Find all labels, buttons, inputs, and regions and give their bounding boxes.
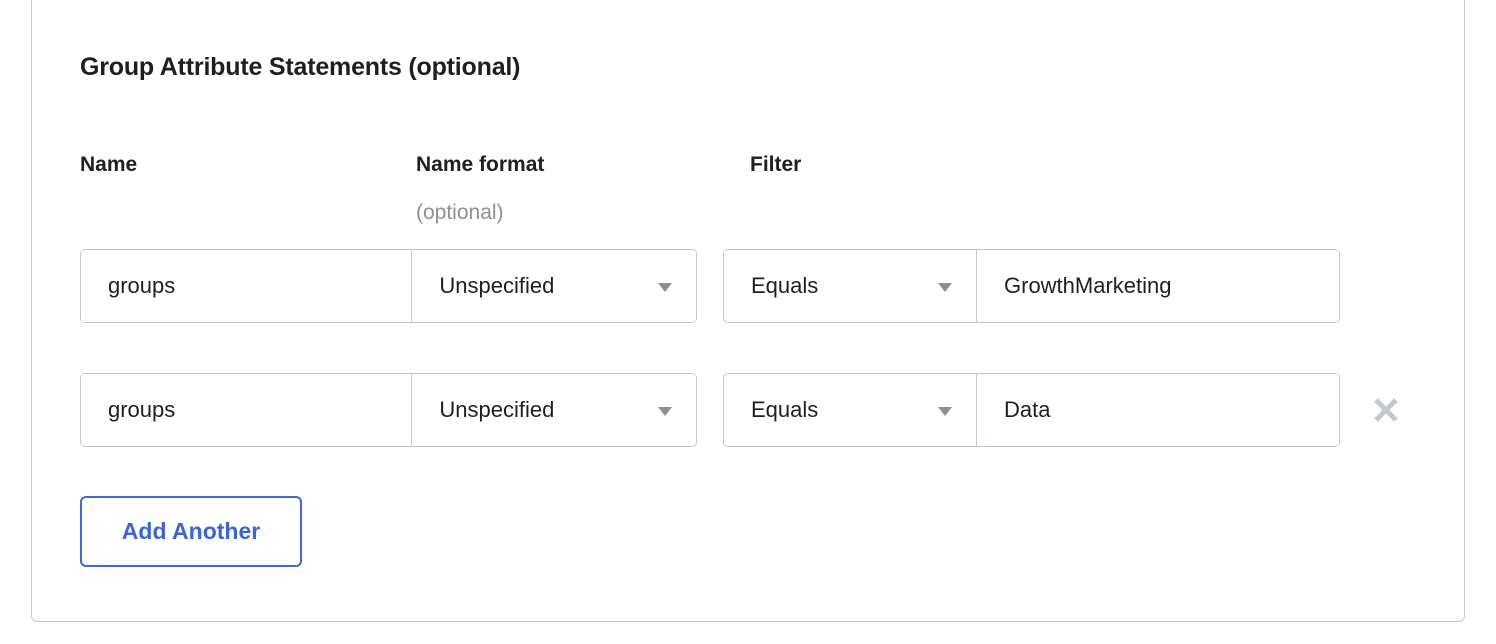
name-format-value-0: Unspecified bbox=[439, 273, 555, 298]
column-header-filter: Filter bbox=[750, 153, 802, 176]
page-title: Group Attribute Statements (optional) bbox=[80, 53, 521, 81]
filter-group-0: Equals GrowthMarketing bbox=[723, 249, 1340, 323]
filter-type-value-0: Equals bbox=[751, 273, 819, 298]
column-header-name: Name bbox=[80, 153, 138, 176]
add-another-button[interactable]: Add Another bbox=[80, 496, 302, 567]
attribute-statement-row: groups Unspecified Equals Data bbox=[32, 373, 1464, 447]
name-group-0: groups Unspecified bbox=[80, 249, 697, 323]
attribute-statement-row: groups Unspecified Equals GrowthMarketin… bbox=[32, 249, 1464, 323]
column-header-name-format: Name format bbox=[416, 153, 545, 176]
column-header-name-format-optional: (optional) bbox=[416, 201, 504, 224]
chevron-down-icon bbox=[658, 283, 672, 292]
filter-value-input-0[interactable]: GrowthMarketing bbox=[976, 250, 1339, 322]
remove-row-button-1[interactable] bbox=[1358, 373, 1414, 447]
filter-type-select-0[interactable]: Equals bbox=[724, 250, 976, 322]
chevron-down-icon bbox=[938, 283, 952, 292]
name-format-value-1: Unspecified bbox=[439, 397, 555, 422]
chevron-down-icon bbox=[658, 407, 672, 416]
name-group-1: groups Unspecified bbox=[80, 373, 697, 447]
filter-group-1: Equals Data bbox=[723, 373, 1340, 447]
name-format-select-1[interactable]: Unspecified bbox=[411, 374, 696, 446]
name-input-1[interactable]: groups bbox=[81, 374, 412, 446]
close-x-icon bbox=[1374, 398, 1398, 422]
filter-type-select-1[interactable]: Equals bbox=[724, 374, 976, 446]
filter-type-value-1: Equals bbox=[751, 397, 819, 422]
card-content: Group Attribute Statements (optional) Na… bbox=[32, 0, 1464, 622]
group-attribute-statements-card: Group Attribute Statements (optional) Na… bbox=[31, 0, 1465, 622]
name-input-0[interactable]: groups bbox=[81, 250, 412, 322]
name-format-select-0[interactable]: Unspecified bbox=[411, 250, 696, 322]
filter-value-input-1[interactable]: Data bbox=[976, 374, 1339, 446]
chevron-down-icon bbox=[938, 407, 952, 416]
